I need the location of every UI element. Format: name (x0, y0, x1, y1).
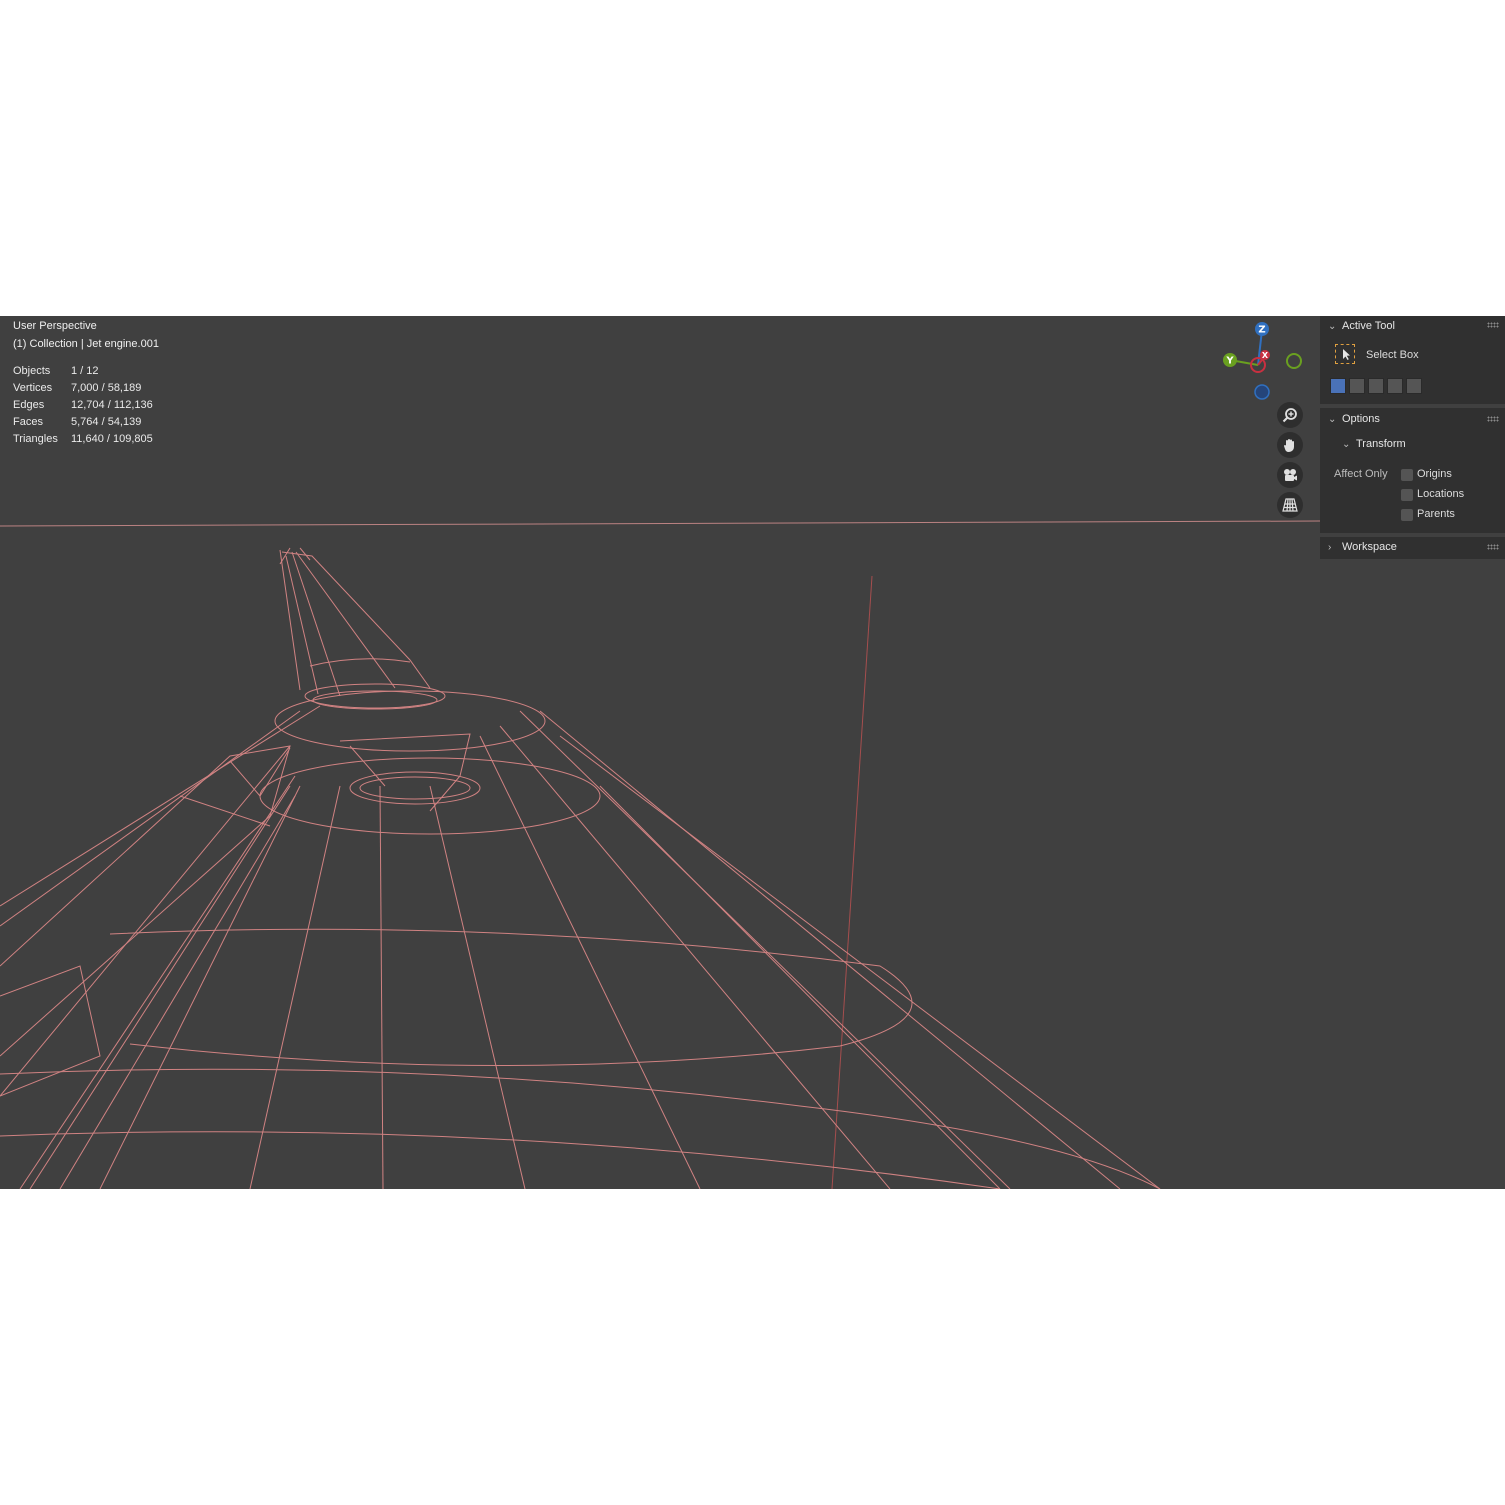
chevron-right-icon: › (1328, 541, 1332, 553)
gizmo-z-label: Z (1258, 325, 1265, 336)
chevron-down-icon: ⌄ (1328, 320, 1337, 332)
active-tool-title: Active Tool (1342, 320, 1395, 332)
mode-subtract-button[interactable] (1368, 378, 1384, 394)
mode-invert-button[interactable] (1387, 378, 1403, 394)
cursor-icon (1343, 349, 1350, 360)
pan-button[interactable] (1277, 432, 1303, 458)
origins-label: Origins (1417, 468, 1452, 480)
stat-label: Vertices (13, 382, 53, 394)
stat-value: 5,764 / 54,139 (71, 416, 142, 428)
workspace-title: Workspace (1342, 541, 1397, 553)
active-tool-panel: ⌄ Active Tool Select Box (1320, 316, 1505, 404)
stat-label: Triangles (13, 433, 58, 445)
zoom-button[interactable] (1277, 402, 1303, 428)
workspace-panel: › Workspace (1320, 537, 1505, 559)
ortho-toggle-button[interactable] (1277, 492, 1303, 518)
locations-checkbox[interactable] (1401, 489, 1413, 501)
gizmo-neg-y[interactable] (1286, 353, 1302, 369)
transform-header[interactable]: ⌄ Transform (1342, 438, 1406, 450)
sidebar-panel: ⌄ Active Tool Select Box ⌄ Options ⌄ Tra… (1320, 316, 1505, 1189)
drag-handle-icon[interactable] (1487, 416, 1499, 422)
navigation-gizmo[interactable]: Z Y X (1218, 320, 1308, 406)
stat-label: Faces (13, 416, 43, 428)
gizmo-y-label: Y (1225, 356, 1234, 367)
select-box-tool-icon[interactable] (1335, 344, 1355, 364)
locations-label: Locations (1417, 488, 1465, 500)
options-header[interactable]: ⌄ Options (1328, 413, 1380, 425)
chevron-down-icon: ⌄ (1328, 413, 1337, 425)
transform-title: Transform (1356, 438, 1406, 450)
origins-checkbox[interactable] (1401, 469, 1413, 481)
zoom-icon (1282, 408, 1297, 423)
affect-only-label: Affect Only (1334, 468, 1388, 480)
options-title: Options (1342, 413, 1380, 425)
mode-intersect-button[interactable] (1406, 378, 1422, 394)
drag-handle-icon[interactable] (1487, 544, 1499, 550)
camera-icon (1284, 469, 1297, 481)
stat-value: 11,640 / 109,805 (71, 433, 153, 445)
parents-checkbox[interactable] (1401, 509, 1413, 521)
stat-value: 12,704 / 112,136 (71, 399, 153, 411)
collection-line: (1) Collection | Jet engine.001 (13, 338, 159, 350)
tool-name: Select Box (1366, 349, 1419, 361)
grid-ortho-icon (1282, 498, 1298, 512)
mode-extend-button[interactable] (1349, 378, 1365, 394)
stat-value: 1 / 12 (71, 365, 99, 377)
wireframe-mesh (0, 520, 1320, 1189)
hand-pan-icon (1284, 439, 1294, 453)
parents-label: Parents (1417, 508, 1455, 520)
drag-handle-icon[interactable] (1487, 322, 1499, 328)
active-tool-header[interactable]: ⌄ Active Tool (1328, 320, 1395, 332)
stat-label: Objects (13, 365, 51, 377)
mode-set-button[interactable] (1330, 378, 1346, 394)
options-panel: ⌄ Options ⌄ Transform Affect Only Origin… (1320, 408, 1505, 533)
3d-viewport[interactable]: User Perspective (1) Collection | Jet en… (0, 316, 1505, 1189)
stat-value: 7,000 / 58,189 (71, 382, 142, 394)
workspace-header[interactable]: › Workspace (1328, 541, 1397, 553)
stat-label: Edges (13, 399, 45, 411)
camera-view-button[interactable] (1277, 462, 1303, 488)
chevron-down-icon: ⌄ (1342, 438, 1351, 450)
gizmo-neg-z[interactable] (1254, 384, 1270, 400)
view-name: User Perspective (13, 320, 97, 332)
gizmo-x-label: X (1262, 351, 1269, 360)
